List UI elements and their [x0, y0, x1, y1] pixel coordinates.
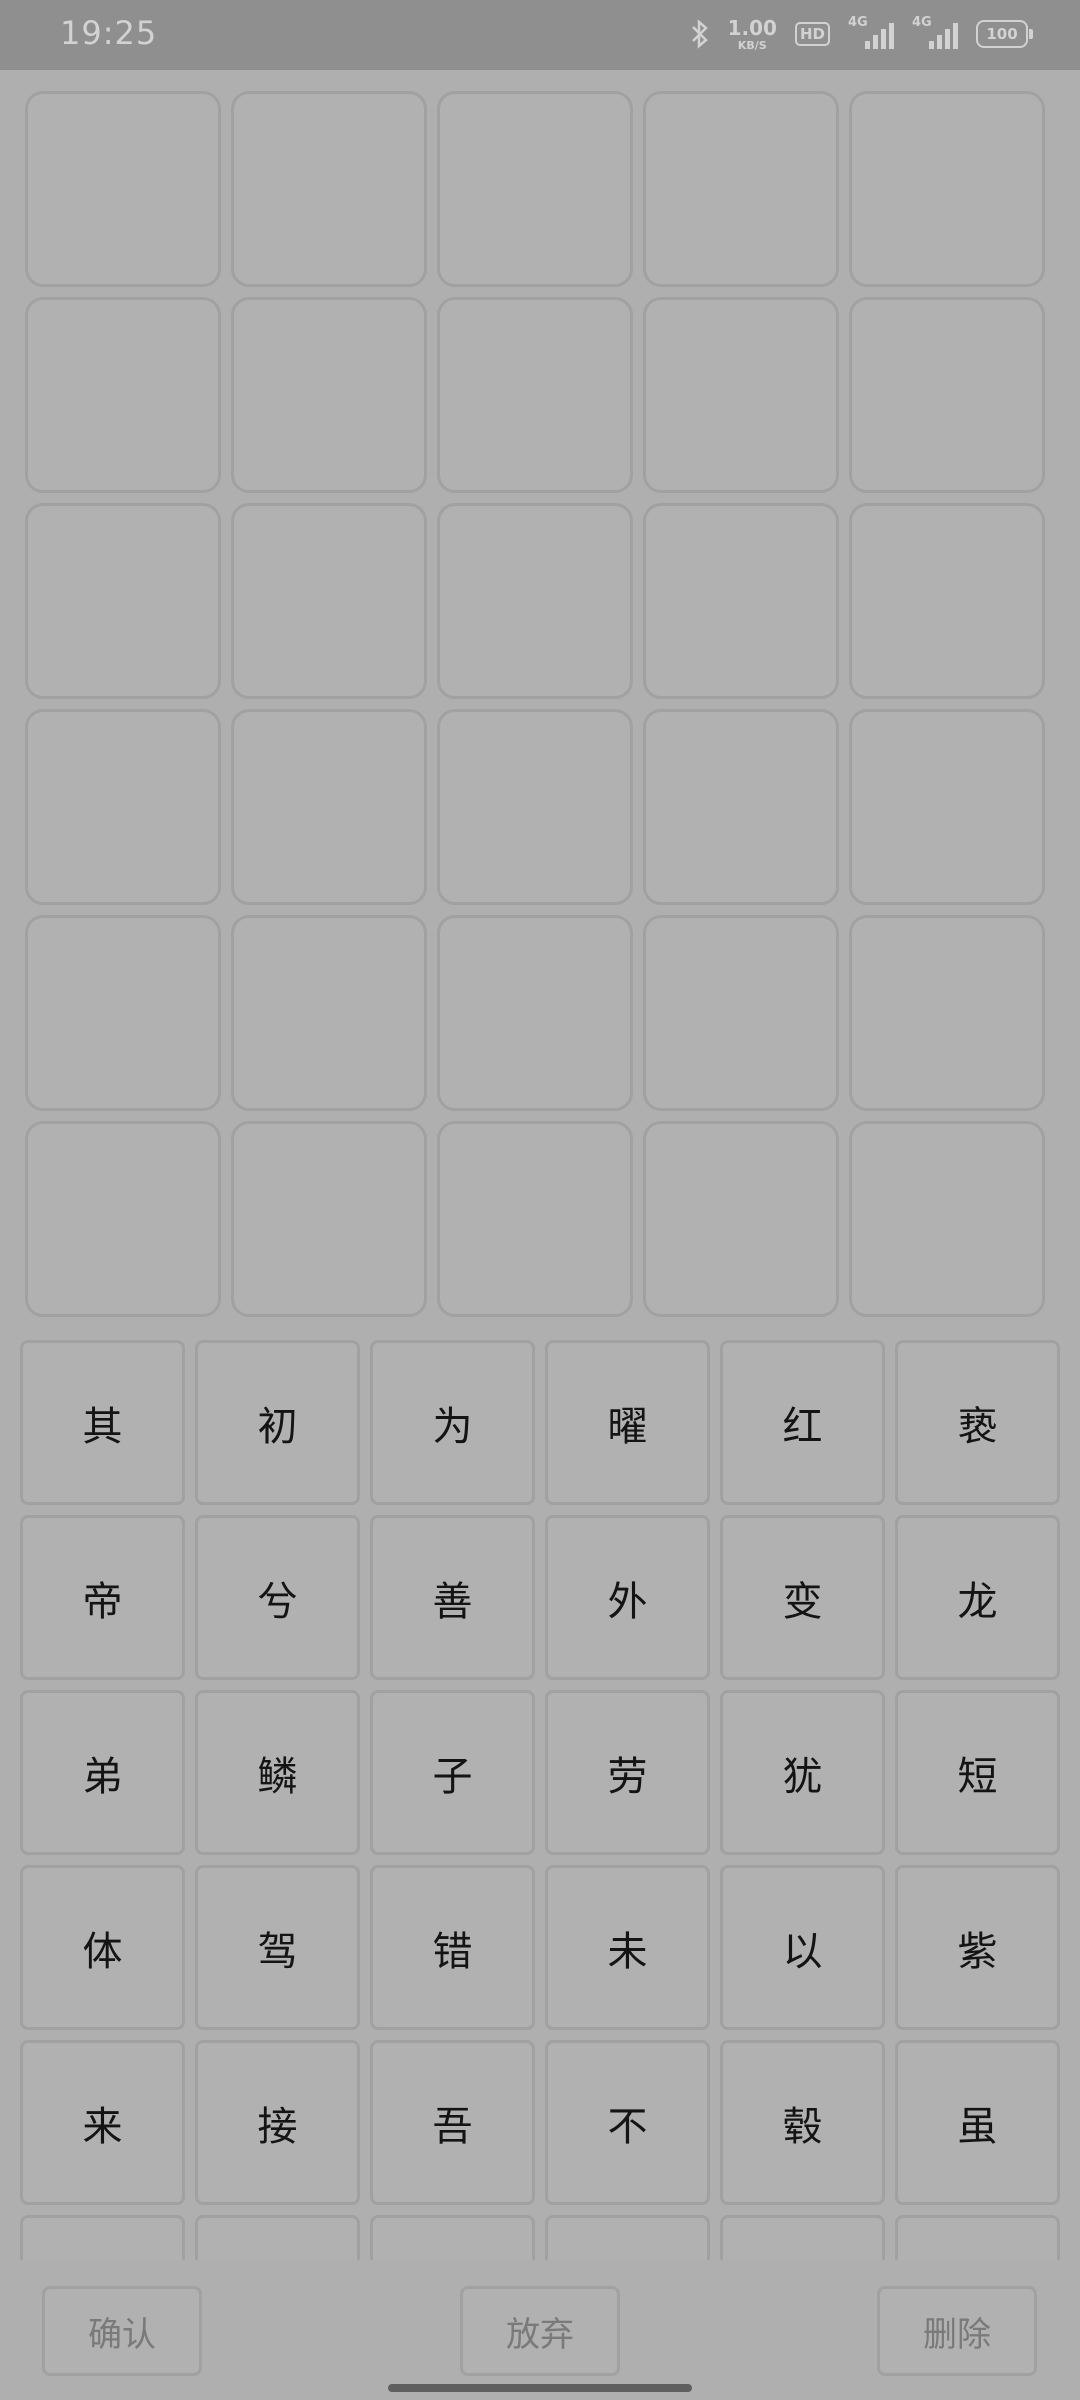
character-key[interactable]: 以 — [720, 1865, 885, 2030]
character-key[interactable]: 外 — [545, 1515, 710, 1680]
answer-slot[interactable] — [231, 915, 427, 1111]
confirm-button[interactable]: 确认 — [42, 2286, 202, 2376]
battery-icon: 100 — [976, 20, 1033, 48]
answer-slot[interactable] — [231, 297, 427, 493]
character-key[interactable]: 善 — [370, 1515, 535, 1680]
bottom-action-bar: 确认 放弃 删除 — [0, 2260, 1080, 2400]
network-speed: 1.00 KB/S — [727, 15, 777, 52]
character-key[interactable]: 初 — [195, 1340, 360, 1505]
character-key[interactable]: 错 — [370, 1865, 535, 2030]
answer-slot[interactable] — [849, 709, 1045, 905]
answer-slot[interactable] — [643, 709, 839, 905]
character-key[interactable]: 虽 — [895, 2040, 1060, 2205]
signal-icon: 4G — [848, 15, 894, 51]
answer-slot[interactable] — [25, 297, 221, 493]
character-key[interactable]: 劳 — [545, 1690, 710, 1855]
answer-slot[interactable] — [643, 297, 839, 493]
answer-slot[interactable] — [231, 1121, 427, 1317]
character-key[interactable]: 短 — [895, 1690, 1060, 1855]
character-key[interactable] — [545, 2215, 710, 2260]
character-key[interactable] — [20, 2215, 185, 2260]
answer-slot[interactable] — [643, 1121, 839, 1317]
answer-slot[interactable] — [437, 297, 633, 493]
character-key[interactable]: 驾 — [195, 1865, 360, 2030]
status-bar: 19:25 1.00 KB/S HD 4G 4G 100 — [0, 0, 1080, 70]
answer-slot[interactable] — [643, 915, 839, 1111]
answer-slot[interactable] — [849, 297, 1045, 493]
answer-slot[interactable] — [849, 91, 1045, 287]
character-key[interactable]: 来 — [20, 2040, 185, 2205]
answer-grid — [25, 91, 1045, 1317]
character-key[interactable]: 吾 — [370, 2040, 535, 2205]
answer-slot[interactable] — [25, 91, 221, 287]
character-key[interactable]: 弟 — [20, 1690, 185, 1855]
character-keyboard-scroll[interactable]: 其初为曜红亵帝兮善外变龙弟鳞子劳犹短体驾错未以紫来接吾不毂虽 — [20, 1340, 1062, 2260]
signal-icon-2: 4G — [912, 15, 958, 51]
character-key[interactable]: 为 — [370, 1340, 535, 1505]
bluetooth-icon — [690, 19, 710, 49]
character-key[interactable]: 龙 — [895, 1515, 1060, 1680]
answer-slot[interactable] — [643, 91, 839, 287]
character-key[interactable]: 不 — [545, 2040, 710, 2205]
character-key[interactable]: 体 — [20, 1865, 185, 2030]
character-key[interactable]: 接 — [195, 2040, 360, 2205]
answer-slot[interactable] — [25, 1121, 221, 1317]
hd-badge: HD — [794, 22, 830, 46]
answer-slot[interactable] — [231, 91, 427, 287]
answer-slot[interactable] — [25, 503, 221, 699]
character-key[interactable]: 曜 — [545, 1340, 710, 1505]
character-key[interactable]: 红 — [720, 1340, 885, 1505]
give-up-button[interactable]: 放弃 — [460, 2286, 620, 2376]
answer-slot[interactable] — [437, 1121, 633, 1317]
answer-slot[interactable] — [437, 503, 633, 699]
answer-slot[interactable] — [849, 503, 1045, 699]
character-keyboard: 其初为曜红亵帝兮善外变龙弟鳞子劳犹短体驾错未以紫来接吾不毂虽 — [20, 1340, 1062, 2260]
character-key[interactable] — [895, 2215, 1060, 2260]
character-key[interactable]: 其 — [20, 1340, 185, 1505]
answer-slot[interactable] — [437, 915, 633, 1111]
answer-slot[interactable] — [643, 503, 839, 699]
home-indicator[interactable] — [388, 2384, 692, 2392]
character-key[interactable]: 紫 — [895, 1865, 1060, 2030]
answer-slot[interactable] — [25, 709, 221, 905]
answer-slot[interactable] — [437, 91, 633, 287]
character-key[interactable] — [195, 2215, 360, 2260]
character-key[interactable]: 毂 — [720, 2040, 885, 2205]
answer-slot[interactable] — [25, 915, 221, 1111]
character-key[interactable]: 帝 — [20, 1515, 185, 1680]
character-key[interactable]: 子 — [370, 1690, 535, 1855]
answer-slot[interactable] — [849, 1121, 1045, 1317]
character-key[interactable]: 未 — [545, 1865, 710, 2030]
character-key[interactable] — [370, 2215, 535, 2260]
answer-slot[interactable] — [849, 915, 1045, 1111]
delete-button[interactable]: 删除 — [877, 2286, 1037, 2376]
character-key[interactable]: 兮 — [195, 1515, 360, 1680]
answer-slot[interactable] — [231, 503, 427, 699]
character-key[interactable]: 鳞 — [195, 1690, 360, 1855]
character-key[interactable]: 变 — [720, 1515, 885, 1680]
character-key[interactable]: 亵 — [895, 1340, 1060, 1505]
character-key[interactable] — [720, 2215, 885, 2260]
answer-slot[interactable] — [231, 709, 427, 905]
status-icons: 1.00 KB/S HD 4G 4G 100 — [690, 14, 1033, 54]
answer-slot[interactable] — [437, 709, 633, 905]
character-key[interactable]: 犹 — [720, 1690, 885, 1855]
status-time: 19:25 — [60, 14, 158, 52]
